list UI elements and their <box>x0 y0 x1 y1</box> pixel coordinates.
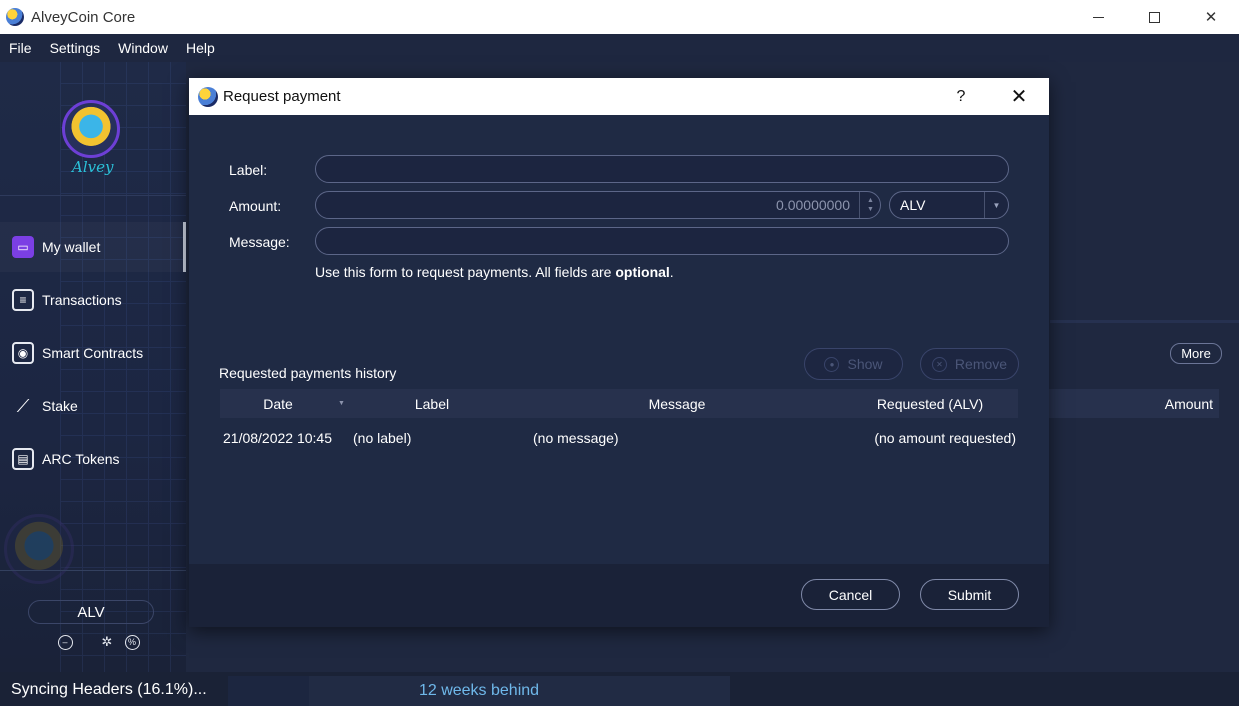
faded-logo-icon <box>4 514 74 584</box>
alvey-logo-icon <box>62 100 120 158</box>
maximize-button[interactable] <box>1125 0 1183 34</box>
active-indicator <box>183 222 186 272</box>
menu-help[interactable]: Help <box>186 40 215 56</box>
unit-select[interactable]: ALV ▼ <box>889 191 1009 219</box>
sidebar: Alvey ▭ My wallet ≡ Transactions ◉ Smart… <box>0 62 186 672</box>
cell-date: 21/08/2022 10:45 <box>223 430 332 446</box>
close-icon: ✕ <box>1010 86 1028 108</box>
staking-icon[interactable]: % <box>122 632 142 652</box>
sidebar-item-smart-contracts[interactable]: ◉ Smart Contracts <box>0 328 186 378</box>
label-input[interactable] <box>315 155 1009 183</box>
sync-status-label: Syncing Headers (16.1%)... <box>11 681 207 698</box>
show-button[interactable]: ● Show <box>804 348 903 380</box>
dialog-close-button[interactable]: ✕ <box>1001 78 1037 115</box>
sync-progress-bar: 12 weeks behind <box>228 676 730 706</box>
cell-amount: (no amount requested) <box>874 430 1016 446</box>
help-button[interactable]: ? <box>945 78 977 115</box>
logo-text: Alvey <box>72 158 114 176</box>
request-payment-dialog: Request payment ? ✕ Label: Amount: ▲▼ AL… <box>189 78 1049 627</box>
contract-icon: ◉ <box>12 342 34 364</box>
column-header-label[interactable]: Label <box>352 389 512 418</box>
table-row[interactable]: 21/08/2022 10:45 (no label) (no message)… <box>220 426 1018 450</box>
sync-icon[interactable]: – <box>55 632 75 652</box>
amount-stepper[interactable]: ▲ ▼ <box>859 192 881 218</box>
cancel-button[interactable]: Cancel <box>801 579 900 610</box>
chevron-down-icon: ▼ <box>984 192 1008 218</box>
wallet-icon: ▭ <box>12 236 34 258</box>
cell-message: (no message) <box>533 430 619 446</box>
dialog-titlebar: Request payment <box>189 78 1049 115</box>
window-titlebar: AlveyCoin Core <box>0 0 1239 34</box>
dialog-title: Request payment <box>223 88 341 105</box>
close-icon: ✕ <box>1204 9 1218 26</box>
sidebar-item-label: Smart Contracts <box>42 345 144 361</box>
panel-divider <box>1050 320 1239 323</box>
chevron-up-icon[interactable]: ▲ <box>867 196 874 205</box>
history-table-header: Date ▼ Label Message Requested (ALV) <box>220 389 1018 418</box>
sidebar-item-arc-tokens[interactable]: ▤ ARC Tokens <box>0 434 186 484</box>
sidebar-item-my-wallet[interactable]: ▭ My wallet <box>0 222 186 272</box>
stake-icon: ⟋ <box>16 395 30 416</box>
column-header-requested[interactable]: Requested (ALV) <box>842 389 1018 418</box>
transactions-amount-header: Amount <box>1049 389 1219 418</box>
cell-label: (no label) <box>353 430 412 446</box>
sidebar-divider <box>0 195 186 196</box>
menu-bar: File Settings Window Help <box>0 34 1239 62</box>
message-input[interactable] <box>315 227 1009 255</box>
form-hint: Use this form to request payments. All f… <box>315 264 674 280</box>
amount-field-label: Amount: <box>229 198 282 214</box>
eye-icon: ● <box>824 356 840 372</box>
window-title: AlveyCoin Core <box>31 8 136 26</box>
minimize-icon <box>1092 16 1104 18</box>
sidebar-item-label: Transactions <box>42 292 122 308</box>
chevron-down-icon[interactable]: ▼ <box>867 205 874 214</box>
network-icon[interactable]: ✲ <box>97 632 117 652</box>
sort-down-icon: ▼ <box>338 400 345 407</box>
sidebar-bottom-divider <box>0 570 186 571</box>
column-header-date[interactable]: Date ▼ <box>220 389 345 418</box>
message-field-label: Message: <box>229 234 290 250</box>
minimize-button[interactable] <box>1069 0 1127 34</box>
unit-select-value: ALV <box>900 197 926 213</box>
sync-progress-text: 12 weeks behind <box>418 682 540 699</box>
menu-window[interactable]: Window <box>118 40 168 56</box>
maximize-icon <box>1148 11 1160 23</box>
tokens-icon: ▤ <box>12 448 34 470</box>
list-icon: ≡ <box>12 289 34 311</box>
amount-field: ▲▼ <box>315 191 881 219</box>
remove-icon: ✕ <box>931 356 947 372</box>
amount-input[interactable] <box>316 192 856 218</box>
sidebar-item-label: Stake <box>42 398 78 414</box>
remove-button[interactable]: ✕ Remove <box>920 348 1019 380</box>
column-header-message[interactable]: Message <box>512 389 842 418</box>
app-logo-icon <box>6 8 24 26</box>
sidebar-item-label: My wallet <box>42 239 101 255</box>
sidebar-item-label: ARC Tokens <box>42 451 120 467</box>
menu-file[interactable]: File <box>9 40 32 56</box>
unit-display[interactable]: ALV <box>28 600 154 624</box>
history-title: Requested payments history <box>219 365 397 381</box>
more-button[interactable]: More <box>1170 343 1222 364</box>
dialog-footer: Cancel Submit <box>189 564 1049 627</box>
sidebar-item-transactions[interactable]: ≡ Transactions <box>0 275 186 325</box>
menu-settings[interactable]: Settings <box>50 40 101 56</box>
label-field-label: Label: <box>229 162 268 178</box>
window-close-button[interactable]: ✕ <box>1182 0 1239 34</box>
sidebar-item-stake[interactable]: ⟋ Stake <box>0 381 186 431</box>
submit-button[interactable]: Submit <box>920 579 1019 610</box>
app-logo-icon <box>198 86 218 107</box>
